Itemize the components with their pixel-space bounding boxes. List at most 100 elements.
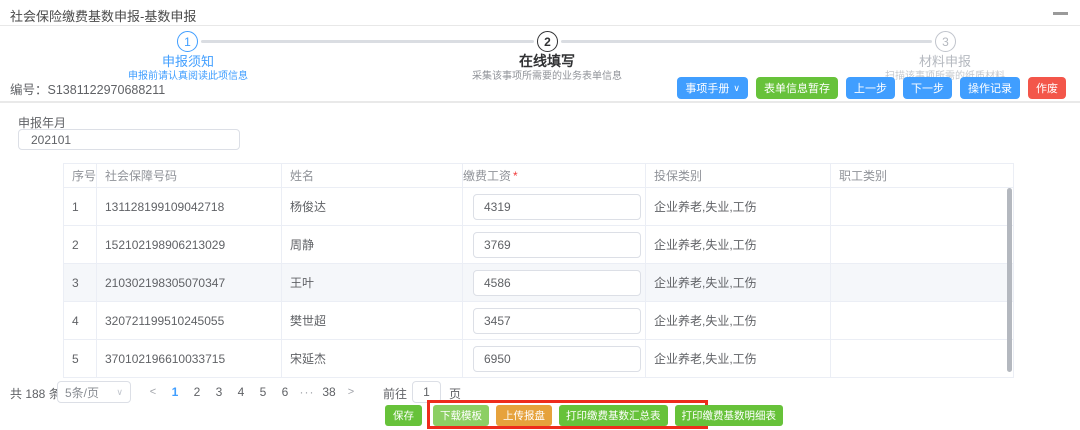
salary-header-text: 缴费工资 xyxy=(463,169,511,183)
salary-cell xyxy=(463,340,646,378)
emp-type-cell xyxy=(831,340,1014,378)
category-cell: 企业养老,失业,工伤 xyxy=(646,188,831,226)
salary-input[interactable] xyxy=(473,270,641,296)
chevron-down-icon: ∨ xyxy=(116,387,123,398)
col-header-name: 姓名 xyxy=(282,164,463,188)
prev-page-button[interactable]: < xyxy=(142,381,164,403)
category-cell: 企业养老,失业,工伤 xyxy=(646,302,831,340)
page-title: 社会保险缴费基数申报-基数申报 xyxy=(10,6,196,25)
section-divider xyxy=(0,101,1080,103)
next-step-button[interactable]: 下一步 xyxy=(903,77,952,99)
salary-input[interactable] xyxy=(473,346,641,372)
sn-cell: 3 xyxy=(64,264,97,302)
operation-log-button[interactable]: 操作记录 xyxy=(960,77,1020,99)
step-2-number: 2 xyxy=(544,35,551,49)
salary-cell xyxy=(463,264,646,302)
footer-button-group: 下载模板 上传报盘 打印缴费基数汇总表 打印缴费基数明细表 xyxy=(433,405,783,426)
total-count-label: 共 188 条 xyxy=(10,385,61,402)
ssn-cell: 210302198305070347 xyxy=(97,264,282,302)
sn-cell: 4 xyxy=(64,302,97,340)
salary-input[interactable] xyxy=(473,308,641,334)
salary-input[interactable] xyxy=(473,194,641,220)
ssn-cell: 320721199510245055 xyxy=(97,302,282,340)
table-row: 3 210302198305070347 王叶 企业养老,失业,工伤 xyxy=(64,264,1014,302)
pager: < 1 2 3 4 5 6 ··· 38 > xyxy=(142,381,362,403)
salary-cell xyxy=(463,188,646,226)
category-cell: 企业养老,失业,工伤 xyxy=(646,226,831,264)
print-base-detail-button[interactable]: 打印缴费基数明细表 xyxy=(675,405,784,426)
sn-cell: 1 xyxy=(64,188,97,226)
name-cell: 杨俊达 xyxy=(282,188,463,226)
sn-cell: 2 xyxy=(64,226,97,264)
toolbar: 事项手册 ∨ 表单信息暂存 上一步 下一步 操作记录 作废 xyxy=(677,77,1066,99)
salary-cell xyxy=(463,226,646,264)
name-cell: 王叶 xyxy=(282,264,463,302)
salary-cell xyxy=(463,302,646,340)
step-connector-1 xyxy=(201,40,534,43)
goto-suffix-label: 页 xyxy=(449,385,461,402)
title-bar: 社会保险缴费基数申报-基数申报 xyxy=(0,0,1080,26)
pagination: 共 188 条 5条/页 ∨ < 1 2 3 4 5 6 ··· 38 > 前往… xyxy=(0,380,1080,404)
page-button-6[interactable]: 6 xyxy=(274,381,296,403)
form-draft-save-button[interactable]: 表单信息暂存 xyxy=(756,77,838,99)
name-cell: 樊世超 xyxy=(282,302,463,340)
save-button[interactable]: 保存 xyxy=(385,405,422,426)
declare-month-input[interactable] xyxy=(18,129,240,150)
page-size-value: 5条/页 xyxy=(65,384,99,401)
page-size-select[interactable]: 5条/页 ∨ xyxy=(57,381,131,403)
category-cell: 企业养老,失业,工伤 xyxy=(646,264,831,302)
serial-value: S1381122970688211 xyxy=(48,83,166,97)
print-base-summary-button[interactable]: 打印缴费基数汇总表 xyxy=(559,405,668,426)
step-connector-2 xyxy=(561,40,932,43)
minimize-icon[interactable] xyxy=(1053,12,1068,15)
name-cell: 宋延杰 xyxy=(282,340,463,378)
category-cell: 企业养老,失业,工伤 xyxy=(646,340,831,378)
required-asterisk: * xyxy=(513,169,518,183)
manual-label: 事项手册 xyxy=(685,80,729,96)
void-button[interactable]: 作废 xyxy=(1028,77,1066,99)
col-header-emp-type: 职工类别 xyxy=(831,164,1014,188)
table-scrollbar[interactable] xyxy=(1007,188,1012,372)
page-button-2[interactable]: 2 xyxy=(186,381,208,403)
table-row: 1 131128199109042718 杨俊达 企业养老,失业,工伤 xyxy=(64,188,1014,226)
page-button-4[interactable]: 4 xyxy=(230,381,252,403)
table-header-row: 序号 社会保障号码 姓名 缴费工资* 投保类别 职工类别 xyxy=(64,164,1014,188)
manual-dropdown-button[interactable]: 事项手册 ∨ xyxy=(677,77,748,99)
ssn-cell: 370102196610033715 xyxy=(97,340,282,378)
more-pages-icon[interactable]: ··· xyxy=(296,381,318,403)
col-header-sn: 序号 xyxy=(64,164,97,188)
goto-label: 前往 xyxy=(383,385,407,402)
step-3-number: 3 xyxy=(942,35,949,49)
app-window: 社会保险缴费基数申报-基数申报 1 申报须知 申报前请认真阅读此项信息 2 在线… xyxy=(0,0,1080,430)
emp-type-cell xyxy=(831,188,1014,226)
page-button-1[interactable]: 1 xyxy=(164,381,186,403)
prev-step-button[interactable]: 上一步 xyxy=(846,77,895,99)
page-button-38[interactable]: 38 xyxy=(318,381,340,403)
table-row: 2 152102198906213029 周静 企业养老,失业,工伤 xyxy=(64,226,1014,264)
ssn-cell: 152102198906213029 xyxy=(97,226,282,264)
table-row: 5 370102196610033715 宋延杰 企业养老,失业,工伤 xyxy=(64,340,1014,378)
upload-report-button[interactable]: 上传报盘 xyxy=(496,405,552,426)
next-page-button[interactable]: > xyxy=(340,381,362,403)
base-declare-table: 序号 社会保障号码 姓名 缴费工资* 投保类别 职工类别 1 131128199… xyxy=(63,163,1014,378)
goto-page-input[interactable] xyxy=(412,381,441,403)
step-2-circle: 2 xyxy=(537,31,558,52)
salary-input[interactable] xyxy=(473,232,641,258)
ssn-cell: 131128199109042718 xyxy=(97,188,282,226)
page-button-5[interactable]: 5 xyxy=(252,381,274,403)
sn-cell: 5 xyxy=(64,340,97,378)
serial-number: 编号：S1381122970688211 xyxy=(10,79,165,98)
emp-type-cell xyxy=(831,264,1014,302)
name-cell: 周静 xyxy=(282,226,463,264)
table-row: 4 320721199510245055 樊世超 企业养老,失业,工伤 xyxy=(64,302,1014,340)
step-3-circle: 3 xyxy=(935,31,956,52)
serial-label: 编号： xyxy=(10,83,48,97)
col-header-category: 投保类别 xyxy=(646,164,831,188)
page-button-3[interactable]: 3 xyxy=(208,381,230,403)
emp-type-cell xyxy=(831,226,1014,264)
chevron-down-icon: ∨ xyxy=(733,84,740,93)
step-1-circle: 1 xyxy=(177,31,198,52)
col-header-salary: 缴费工资* xyxy=(463,164,646,188)
download-template-button[interactable]: 下载模板 xyxy=(433,405,489,426)
emp-type-cell xyxy=(831,302,1014,340)
